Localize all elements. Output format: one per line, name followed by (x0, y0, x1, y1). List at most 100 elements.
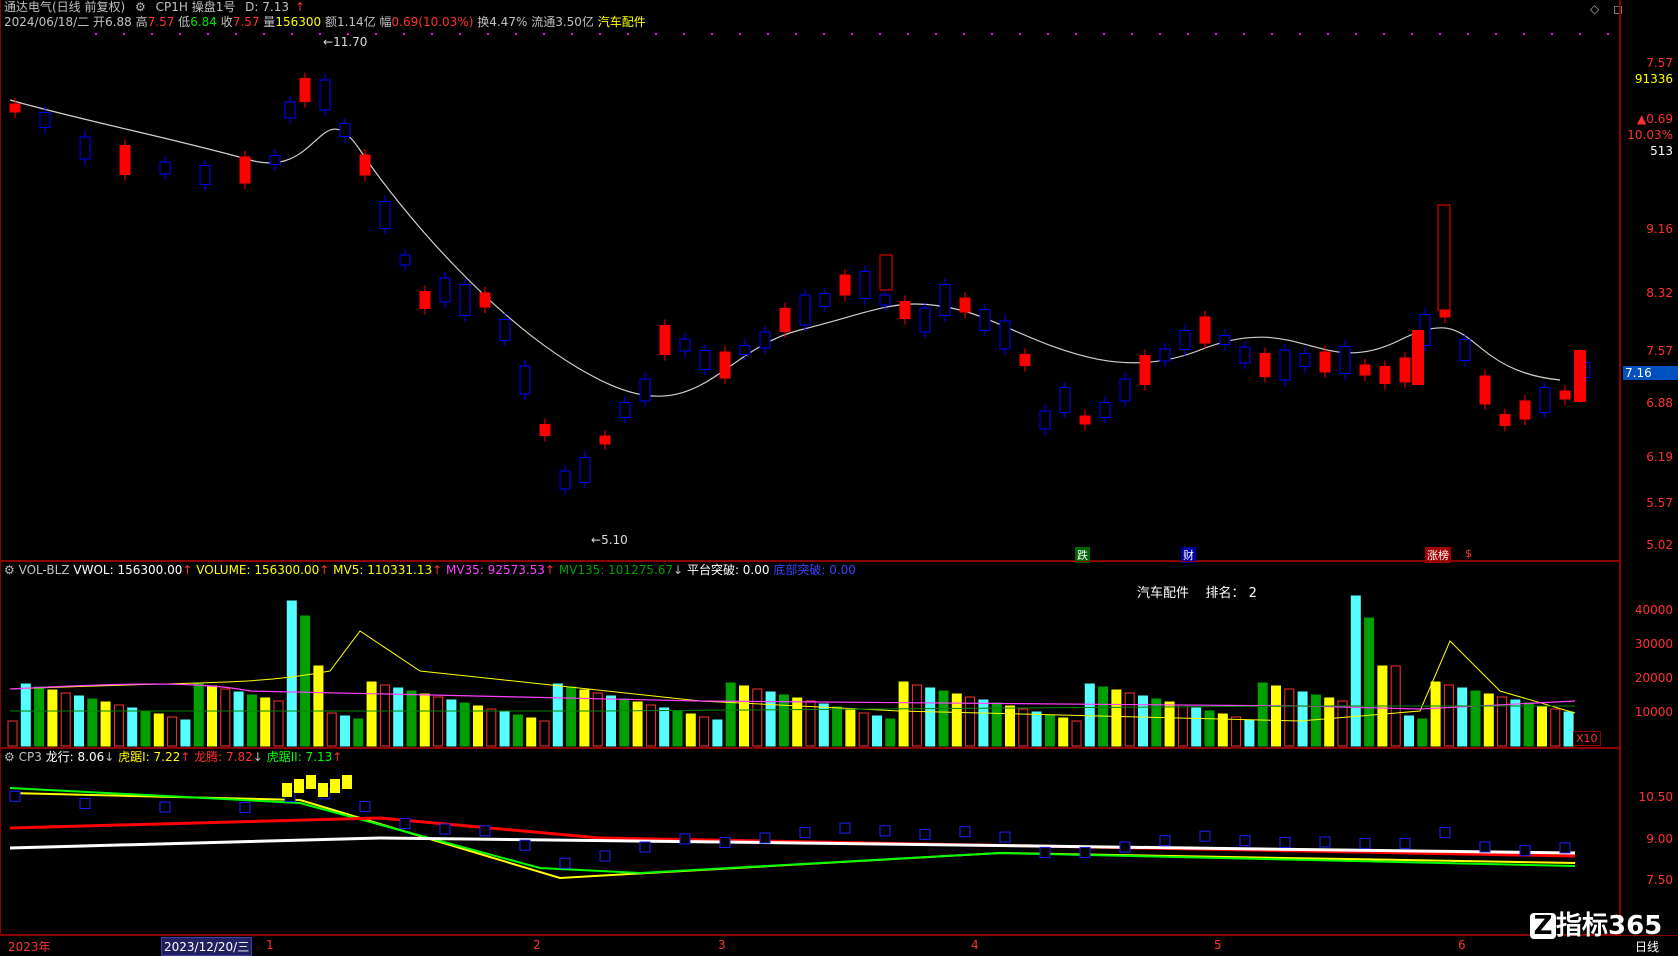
longxing-value: 龙行: 8.06 (45, 750, 105, 764)
side-num: 513 (1650, 144, 1673, 158)
volume-bar (153, 713, 164, 747)
volume-bar (1563, 711, 1574, 747)
top-marker (1271, 33, 1273, 35)
candlestick-chart[interactable] (0, 0, 1620, 561)
cp3-candle (318, 783, 328, 797)
cp3-indicator-name[interactable]: CP3 (19, 750, 42, 764)
candle-body (1519, 400, 1531, 420)
cp3-candle (1399, 837, 1411, 849)
volume-bar (619, 698, 630, 747)
top-marker (1131, 33, 1133, 35)
candle-body (269, 155, 281, 165)
hujuII-value: 虎踞II: 7.13 (266, 750, 333, 764)
top-marker (767, 33, 769, 35)
candle-body (619, 402, 631, 418)
candle-body (9, 103, 21, 113)
top-marker (375, 33, 377, 35)
top-marker (543, 33, 545, 35)
top-marker (1551, 33, 1553, 35)
volume-bar (207, 685, 217, 747)
volume-bar (765, 691, 776, 747)
candle-body (1179, 330, 1191, 350)
candle-body (1239, 346, 1251, 364)
top-marker (1187, 33, 1189, 35)
top-marker (207, 33, 209, 35)
mv135-value: MV135: 101275.67 (558, 563, 674, 577)
top-marker (655, 33, 657, 35)
top-marker (1243, 33, 1245, 35)
side-vol: 91336 (1634, 72, 1673, 86)
event-tag[interactable]: $ (1465, 547, 1472, 560)
volume-bar (340, 715, 350, 747)
top-marker (459, 33, 461, 35)
volume-bar (286, 600, 297, 747)
candle-body (39, 112, 51, 128)
volume-bar (1271, 685, 1281, 747)
top-marker (431, 33, 433, 35)
gear-icon[interactable]: ⚙ (4, 563, 15, 577)
candle-body (1412, 330, 1424, 385)
candle-body (1079, 415, 1091, 425)
gear-icon[interactable]: ⚙ (4, 750, 15, 764)
volume-bar (100, 701, 111, 747)
cp3-candle (282, 783, 292, 797)
volume-bar (1417, 718, 1428, 747)
cp3-candle (359, 801, 371, 812)
volume-bar (818, 703, 829, 747)
top-marker (1215, 33, 1217, 35)
candle-body (459, 284, 471, 316)
vol-indicator-name[interactable]: VOL-BLZ (19, 563, 70, 577)
top-marker (1047, 33, 1049, 35)
top-marker (95, 33, 97, 35)
price-tick: 9.16 (1646, 222, 1673, 236)
volume-bar (885, 718, 896, 747)
top-marker (319, 33, 321, 35)
candle-body (1379, 366, 1391, 384)
candle-body (479, 292, 491, 308)
cursor-date: 2023/12/20/三 (161, 937, 253, 956)
candle-body (439, 277, 451, 303)
volume-bar (1138, 695, 1148, 747)
volume-bar (167, 716, 178, 747)
volume-bar (313, 665, 324, 747)
volume-bar (1457, 687, 1468, 747)
volume-bar (845, 709, 856, 747)
candle-body (1319, 351, 1331, 373)
volume-bar (260, 697, 271, 747)
candle-body (1039, 410, 1051, 430)
candle-body (1437, 204, 1451, 311)
top-marker (1495, 33, 1497, 35)
volume-bar (1470, 690, 1481, 747)
candle-body (539, 424, 551, 436)
top-marker (487, 33, 489, 35)
volume-bar (1483, 693, 1494, 747)
top-marker (179, 33, 181, 35)
candle-body (1339, 346, 1351, 374)
volume-bar (34, 686, 45, 747)
cp3-chart[interactable] (0, 748, 1620, 935)
candle-body (1099, 402, 1111, 418)
volume-bar (1164, 701, 1175, 747)
cp3-candle (1159, 835, 1171, 847)
volume-bar (446, 699, 457, 747)
volume-bar (632, 701, 643, 747)
volume-bar (712, 719, 723, 747)
volume-chart[interactable] (0, 561, 1620, 748)
volume-bar (406, 690, 417, 747)
top-marker (935, 33, 937, 35)
cp3-candle (759, 832, 771, 844)
volume-bar (606, 695, 616, 747)
cp3-candle (1079, 846, 1091, 858)
candle-body (1559, 390, 1571, 400)
top-marker (515, 33, 517, 35)
month-label: 3 (718, 938, 726, 952)
volume-bar (951, 693, 962, 747)
top-marker (683, 33, 685, 35)
volume-bar (978, 699, 989, 747)
volume-bar (1537, 705, 1547, 747)
candle-body (979, 309, 991, 331)
volume-bar (858, 712, 869, 747)
top-marker (1383, 33, 1385, 35)
candle-body (499, 319, 511, 341)
candle-body (519, 365, 531, 395)
